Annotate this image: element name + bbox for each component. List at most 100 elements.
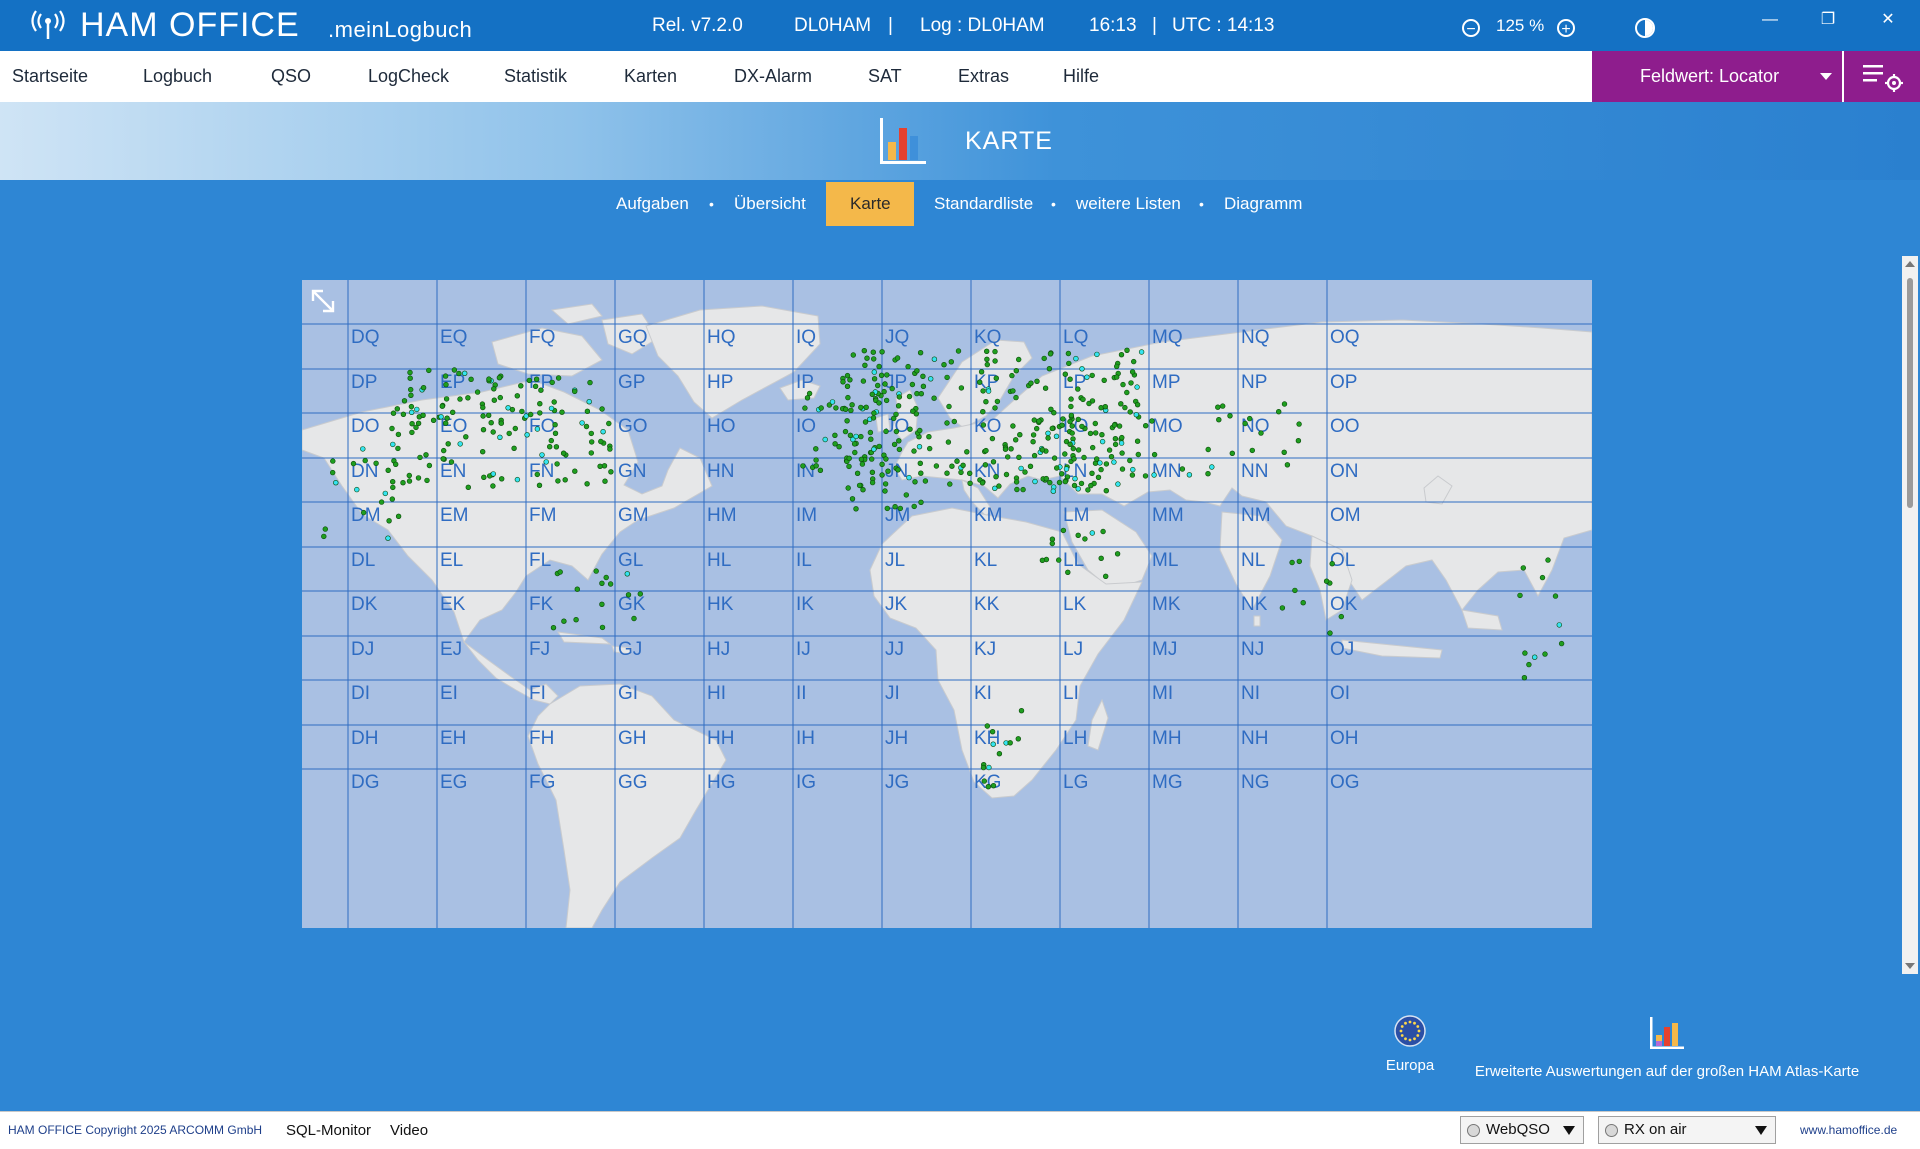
qso-dot [583, 423, 590, 430]
menu-qso[interactable]: QSO [271, 51, 311, 102]
qso-dot [389, 425, 395, 432]
close-button[interactable]: ✕ [1868, 6, 1908, 34]
qso-dot [1085, 487, 1091, 493]
qso-dot [1129, 472, 1136, 478]
qso-dot [813, 463, 819, 469]
webqso-select[interactable]: WebQSO [1460, 1116, 1584, 1144]
zoom-in-icon[interactable]: + [1557, 19, 1575, 38]
menu-statistik[interactable]: Statistik [504, 51, 567, 102]
world-map[interactable]: DQDPDODNDMDLDKDJDIDHDGEQEPEOENEMELEKEJEI… [302, 280, 1592, 928]
field-value-dropdown[interactable]: Feldwert: Locator [1592, 51, 1842, 102]
grid-label: EG [440, 772, 467, 793]
qso-dot [514, 393, 521, 399]
expand-icon[interactable] [310, 288, 336, 314]
qso-dot [979, 480, 986, 486]
land-masses [302, 303, 1592, 928]
menu-karten[interactable]: Karten [624, 51, 677, 102]
grid-label: KI [974, 683, 992, 704]
menu-sat[interactable]: SAT [868, 51, 902, 102]
qso-dot [1338, 613, 1345, 620]
qso-dot [1012, 437, 1019, 443]
tab-diagramm[interactable]: Diagramm [1224, 180, 1302, 228]
qso-dot [1112, 436, 1119, 442]
tab-weitere-listen[interactable]: weitere Listen [1076, 180, 1181, 228]
scroll-thumb[interactable] [1907, 278, 1913, 508]
qso-dot [587, 379, 593, 386]
sql-monitor-link[interactable]: SQL-Monitor [286, 1112, 371, 1149]
qso-dot [1047, 479, 1053, 486]
qso-dot [1101, 377, 1107, 384]
qso-dot [518, 383, 524, 389]
grid-label: OI [1330, 683, 1350, 704]
grid-label: JH [885, 728, 908, 749]
qso-dot [862, 419, 869, 425]
qso-dot [554, 461, 560, 467]
qso-dot [1103, 488, 1109, 494]
list-settings-button[interactable] [1844, 51, 1920, 102]
tab-uebersicht[interactable]: Übersicht [734, 180, 806, 228]
menu-extras[interactable]: Extras [958, 51, 1009, 102]
website-link[interactable]: www.hamoffice.de [1800, 1112, 1897, 1149]
qso-dot [537, 400, 543, 407]
qso-dot [378, 499, 385, 505]
qso-dot [1281, 449, 1287, 456]
qso-dot [876, 400, 882, 406]
video-link[interactable]: Video [390, 1112, 428, 1149]
qso-dot [408, 409, 415, 416]
qso-dot [891, 441, 898, 448]
grid-label: KO [974, 416, 1001, 437]
grid-label: OO [1330, 416, 1360, 437]
menu-dx-alarm[interactable]: DX-Alarm [734, 51, 812, 102]
qso-dot [1128, 380, 1134, 386]
grid-label: LL [1063, 550, 1084, 571]
rx-on-air-select[interactable]: RX on air [1598, 1116, 1776, 1144]
qso-dot [574, 586, 580, 592]
grid-label: EN [440, 461, 466, 482]
qso-dot [1127, 409, 1133, 415]
qso-dot [858, 404, 864, 411]
qso-dot [818, 405, 824, 411]
qso-dot [1289, 559, 1295, 566]
qso-dot [512, 425, 519, 432]
qso-dot [498, 420, 505, 426]
vertical-scrollbar[interactable] [1902, 256, 1918, 974]
qso-dot [407, 386, 414, 393]
title-separator: | [1152, 15, 1157, 36]
tab-aufgaben[interactable]: Aufgaben [616, 180, 689, 228]
qso-dot [1133, 412, 1139, 418]
qso-dot [1119, 434, 1125, 441]
qso-dot [385, 467, 391, 474]
field-value-label: Feldwert: Locator [1640, 66, 1780, 86]
grid-label: FN [529, 461, 554, 482]
qso-dot [879, 349, 885, 355]
atlas-link[interactable]: Erweiterte Auswertungen auf der großen H… [1462, 1015, 1872, 1080]
qso-dot [896, 394, 903, 400]
qso-dot [400, 411, 407, 418]
grid-label: EK [440, 594, 466, 615]
tab-karte[interactable]: Karte [850, 180, 891, 228]
locator-map[interactable]: DQ DP DO DN DM DL DK DJ DI DH DG EQ EP EO EN EM EL EK EJ EI… [302, 280, 1592, 928]
qso-dot [1049, 540, 1055, 547]
rx-on-air-label: RX on air [1624, 1121, 1687, 1138]
menu-logcheck[interactable]: LogCheck [368, 51, 449, 102]
scroll-down-icon[interactable] [1905, 963, 1915, 969]
europa-link[interactable]: Europa [1370, 1015, 1450, 1074]
qso-dot [543, 459, 549, 465]
qso-dot [879, 472, 885, 478]
qso-dot [539, 452, 545, 458]
tab-standardliste[interactable]: Standardliste [934, 180, 1033, 228]
qso-dot [1045, 435, 1051, 441]
contrast-icon[interactable] [1634, 17, 1656, 39]
qso-dot [992, 348, 998, 355]
qso-dot [1118, 440, 1125, 446]
zoom-out-icon[interactable]: − [1462, 19, 1480, 38]
qso-dot [1013, 367, 1019, 374]
restore-button[interactable]: ❐ [1808, 6, 1848, 34]
qso-dot [1034, 378, 1040, 385]
scroll-up-icon[interactable] [1905, 261, 1915, 267]
menu-logbuch[interactable]: Logbuch [143, 51, 212, 102]
minimize-button[interactable]: — [1750, 6, 1790, 34]
menu-startseite[interactable]: Startseite [12, 51, 88, 102]
menu-hilfe[interactable]: Hilfe [1063, 51, 1099, 102]
qso-dot [1292, 587, 1298, 594]
